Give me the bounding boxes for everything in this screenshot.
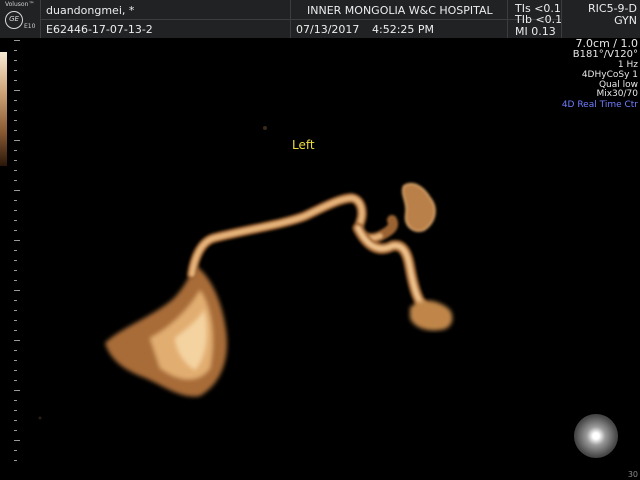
hospital-name: INNER MONGOLIA W&C HOSPITAL: [307, 4, 493, 17]
header-divider: [507, 0, 508, 38]
header-divider: [561, 0, 562, 38]
logo-brand: Voluson™: [5, 1, 35, 8]
exam-time: 4:52:25 PM: [372, 23, 435, 36]
header-bar: Voluson™ GE E10 duandongmei, * E62446-17…: [0, 0, 640, 38]
navigation-orb-icon[interactable]: [574, 414, 618, 458]
patient-name: duandongmei, *: [46, 4, 135, 17]
logo-model: E10: [24, 23, 36, 30]
header-divider-horizontal: [40, 19, 562, 20]
exam-date: 07/13/2017: [296, 23, 360, 36]
exam-preset: GYN: [614, 14, 637, 27]
header-divider: [290, 0, 291, 38]
mechanical-index: MI 0.13: [515, 25, 556, 38]
ultrasound-render: [38, 126, 453, 420]
frame-number: 30: [627, 470, 638, 479]
laterality-annotation: Left: [292, 138, 315, 152]
ge-logo-icon: Voluson™ GE E10: [2, 1, 38, 37]
logo-mark: GE: [5, 11, 23, 29]
patient-id: E62446-17-07-13-2: [46, 23, 153, 36]
